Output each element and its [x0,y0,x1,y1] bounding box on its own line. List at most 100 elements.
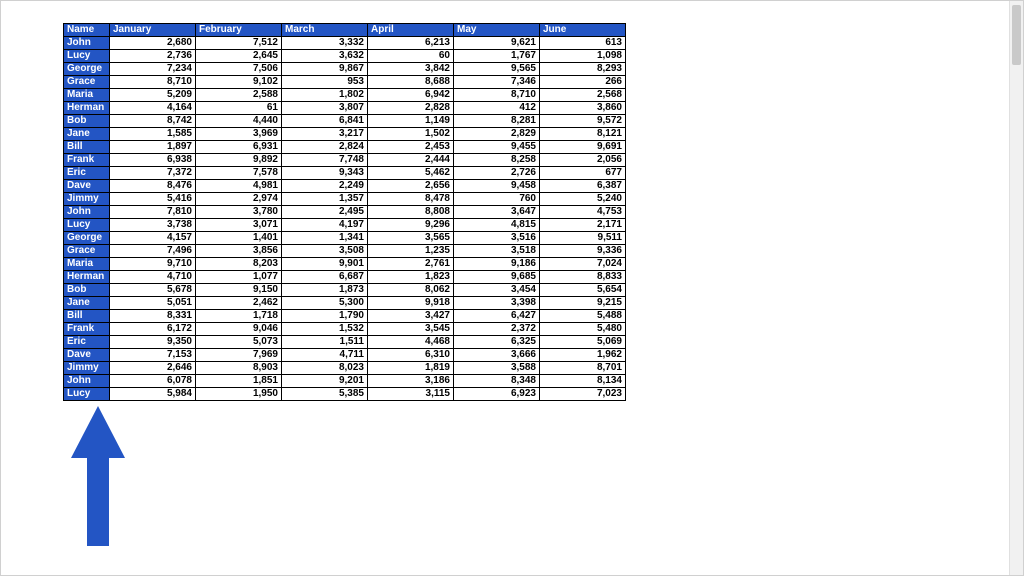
table-row: Bill1,8976,9312,8242,4539,4559,691 [64,141,626,154]
data-cell: 613 [540,37,626,50]
table-row: Herman4,164613,8072,8284123,860 [64,102,626,115]
data-cell: 6,213 [368,37,454,50]
data-cell: 9,691 [540,141,626,154]
table-row: Jimmy2,6468,9038,0231,8193,5888,701 [64,362,626,375]
data-cell: 5,051 [110,297,196,310]
data-cell: 1,819 [368,362,454,375]
data-cell: 4,815 [454,219,540,232]
data-cell: 6,687 [282,271,368,284]
table-row: Bill8,3311,7181,7903,4276,4275,488 [64,310,626,323]
data-cell: 9,685 [454,271,540,284]
data-cell: 1,532 [282,323,368,336]
data-cell: 7,372 [110,167,196,180]
data-cell: 2,372 [454,323,540,336]
data-cell: 3,856 [196,245,282,258]
data-cell: 9,511 [540,232,626,245]
data-cell: 9,150 [196,284,282,297]
data-cell: 9,455 [454,141,540,154]
data-cell: 3,186 [368,375,454,388]
data-cell: 1,767 [454,50,540,63]
row-name-cell: Dave [64,349,110,362]
data-cell: 7,506 [196,63,282,76]
data-cell: 8,348 [454,375,540,388]
data-cell: 3,115 [368,388,454,401]
row-name-cell: Dave [64,180,110,193]
row-name-cell: Frank [64,154,110,167]
data-cell: 3,666 [454,349,540,362]
data-cell: 1,790 [282,310,368,323]
table-row: Grace8,7109,1029538,6887,346266 [64,76,626,89]
data-cell: 412 [454,102,540,115]
row-name-cell: Bob [64,284,110,297]
data-cell: 7,496 [110,245,196,258]
table-row: Herman4,7101,0776,6871,8239,6858,833 [64,271,626,284]
row-name-cell: George [64,232,110,245]
data-cell: 953 [282,76,368,89]
data-cell: 8,281 [454,115,540,128]
data-cell: 4,440 [196,115,282,128]
table-row: Jimmy5,4162,9741,3578,4787605,240 [64,193,626,206]
data-cell: 7,969 [196,349,282,362]
data-cell: 2,974 [196,193,282,206]
data-cell: 7,234 [110,63,196,76]
data-cell: 9,892 [196,154,282,167]
data-cell: 4,468 [368,336,454,349]
row-name-cell: Maria [64,89,110,102]
data-cell: 4,711 [282,349,368,362]
data-cell: 1,897 [110,141,196,154]
table-row: Bob5,6789,1501,8738,0623,4545,654 [64,284,626,297]
data-cell: 8,293 [540,63,626,76]
row-name-cell: Frank [64,323,110,336]
data-cell: 3,807 [282,102,368,115]
data-cell: 8,478 [368,193,454,206]
data-cell: 1,718 [196,310,282,323]
data-cell: 3,217 [282,128,368,141]
data-cell: 61 [196,102,282,115]
data-cell: 1,962 [540,349,626,362]
table-header-row: NameJanuaryFebruaryMarchAprilMayJune [64,24,626,37]
data-cell: 6,310 [368,349,454,362]
data-cell: 8,903 [196,362,282,375]
data-cell: 4,164 [110,102,196,115]
scrollbar-thumb[interactable] [1012,5,1021,65]
col-header-march: March [282,24,368,37]
data-cell: 5,073 [196,336,282,349]
data-cell: 2,568 [540,89,626,102]
table-row: Frank6,1729,0461,5323,5452,3725,480 [64,323,626,336]
data-cell: 7,153 [110,349,196,362]
data-cell: 8,742 [110,115,196,128]
col-header-name: Name [64,24,110,37]
data-cell: 5,300 [282,297,368,310]
data-cell: 3,842 [368,63,454,76]
data-cell: 2,828 [368,102,454,115]
data-cell: 760 [454,193,540,206]
data-cell: 266 [540,76,626,89]
data-cell: 8,701 [540,362,626,375]
data-cell: 2,829 [454,128,540,141]
data-cell: 9,458 [454,180,540,193]
table-row: George4,1571,4011,3413,5653,5169,511 [64,232,626,245]
data-cell: 9,572 [540,115,626,128]
vertical-scrollbar[interactable] [1009,1,1023,575]
table-row: George7,2347,5069,8673,8429,5658,293 [64,63,626,76]
data-cell: 6,325 [454,336,540,349]
data-cell: 1,341 [282,232,368,245]
data-cell: 3,427 [368,310,454,323]
data-cell: 4,710 [110,271,196,284]
data-cell: 3,332 [282,37,368,50]
col-header-april: April [368,24,454,37]
row-name-cell: Jane [64,128,110,141]
data-cell: 7,578 [196,167,282,180]
row-name-cell: John [64,37,110,50]
data-cell: 7,346 [454,76,540,89]
row-name-cell: Bill [64,310,110,323]
data-cell: 6,078 [110,375,196,388]
col-header-may: May [454,24,540,37]
data-cell: 8,710 [454,89,540,102]
data-cell: 3,860 [540,102,626,115]
row-name-cell: Eric [64,336,110,349]
data-cell: 1,950 [196,388,282,401]
table-body: John2,6807,5123,3326,2139,621613Lucy2,73… [64,37,626,401]
data-cell: 7,024 [540,258,626,271]
data-cell: 1,098 [540,50,626,63]
